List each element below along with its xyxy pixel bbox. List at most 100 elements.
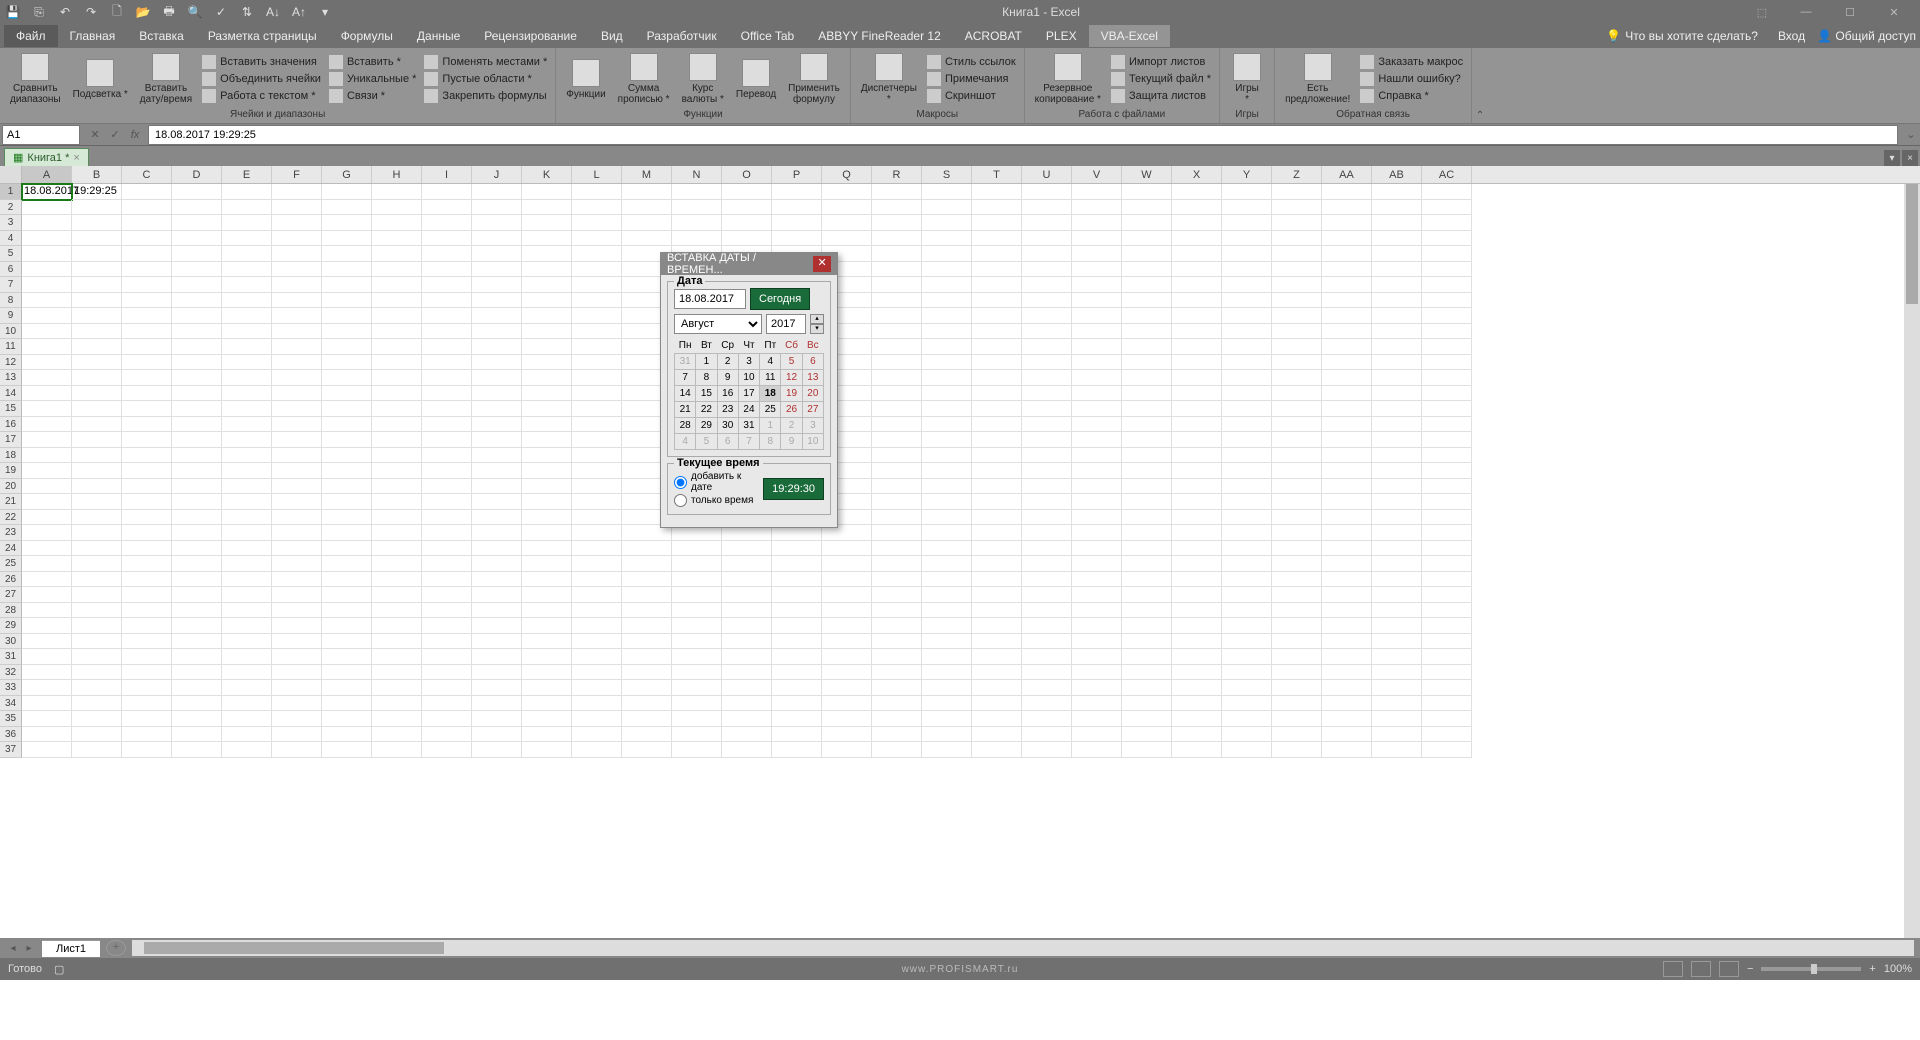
- cell[interactable]: [1422, 370, 1472, 386]
- cell[interactable]: [422, 510, 472, 526]
- cell[interactable]: [172, 634, 222, 650]
- cell[interactable]: [772, 603, 822, 619]
- cell[interactable]: [372, 432, 422, 448]
- cell[interactable]: [522, 618, 572, 634]
- cell[interactable]: [1172, 386, 1222, 402]
- dialog-titlebar[interactable]: ВСТАВКА ДАТЫ / ВРЕМЕН... ✕: [661, 253, 837, 275]
- cell[interactable]: [1122, 417, 1172, 433]
- cell[interactable]: [572, 634, 622, 650]
- cell[interactable]: [872, 370, 922, 386]
- cell[interactable]: [522, 634, 572, 650]
- cell[interactable]: [922, 339, 972, 355]
- cell[interactable]: [222, 370, 272, 386]
- cell[interactable]: [622, 587, 672, 603]
- cell[interactable]: [1372, 370, 1422, 386]
- cell[interactable]: [522, 386, 572, 402]
- cell[interactable]: [972, 634, 1022, 650]
- cell[interactable]: [322, 432, 372, 448]
- cell[interactable]: [772, 649, 822, 665]
- cell[interactable]: [1272, 308, 1322, 324]
- cell[interactable]: [972, 386, 1022, 402]
- cell[interactable]: [222, 200, 272, 216]
- cell[interactable]: [872, 587, 922, 603]
- cell[interactable]: [1322, 200, 1372, 216]
- cell[interactable]: [322, 370, 372, 386]
- cell[interactable]: [122, 587, 172, 603]
- cell[interactable]: [422, 742, 472, 758]
- cell[interactable]: [522, 355, 572, 371]
- cell[interactable]: [522, 401, 572, 417]
- cell[interactable]: [1272, 649, 1322, 665]
- cell[interactable]: [722, 727, 772, 743]
- cell[interactable]: [522, 494, 572, 510]
- cell[interactable]: [1072, 215, 1122, 231]
- row-header[interactable]: 15: [0, 401, 22, 417]
- cell[interactable]: [1172, 525, 1222, 541]
- column-header[interactable]: AC: [1422, 166, 1472, 183]
- cell[interactable]: [922, 634, 972, 650]
- cell[interactable]: [1422, 417, 1472, 433]
- cell[interactable]: [922, 572, 972, 588]
- cell[interactable]: [872, 727, 922, 743]
- cell[interactable]: [222, 510, 272, 526]
- row-header[interactable]: 12: [0, 355, 22, 371]
- calendar-day[interactable]: 3: [738, 354, 759, 370]
- cell[interactable]: [1222, 370, 1272, 386]
- cell[interactable]: [222, 246, 272, 262]
- cell[interactable]: [1172, 649, 1222, 665]
- cell[interactable]: [322, 696, 372, 712]
- cell[interactable]: [1172, 494, 1222, 510]
- cell[interactable]: [922, 587, 972, 603]
- ribbon-small-button[interactable]: Импорт листов: [1109, 54, 1213, 70]
- radio-only-input[interactable]: [674, 494, 687, 507]
- cell[interactable]: [1422, 603, 1472, 619]
- calendar-day[interactable]: 2: [717, 354, 738, 370]
- cell[interactable]: [872, 711, 922, 727]
- cell[interactable]: [572, 184, 622, 200]
- tab-vba-excel[interactable]: VBA-Excel: [1089, 25, 1170, 47]
- cell[interactable]: [272, 432, 322, 448]
- cell[interactable]: [122, 308, 172, 324]
- calendar-day[interactable]: 12: [781, 370, 802, 386]
- cell[interactable]: [1022, 479, 1072, 495]
- cell[interactable]: [1172, 432, 1222, 448]
- cell[interactable]: [272, 556, 322, 572]
- tab-разметка-страницы[interactable]: Разметка страницы: [196, 25, 329, 47]
- cell[interactable]: [472, 262, 522, 278]
- tab-plex[interactable]: PLEX: [1034, 25, 1089, 47]
- cell[interactable]: [322, 231, 372, 247]
- cell[interactable]: [1222, 308, 1272, 324]
- cell[interactable]: [472, 432, 522, 448]
- cell[interactable]: [272, 618, 322, 634]
- cell[interactable]: [472, 200, 522, 216]
- row-header[interactable]: 21: [0, 494, 22, 510]
- cell[interactable]: [1222, 386, 1272, 402]
- cell[interactable]: [1322, 587, 1372, 603]
- cell[interactable]: [22, 432, 72, 448]
- cell[interactable]: [322, 525, 372, 541]
- column-header[interactable]: B: [72, 166, 122, 183]
- cell[interactable]: [472, 246, 522, 262]
- cell[interactable]: [1372, 479, 1422, 495]
- cell[interactable]: [1072, 448, 1122, 464]
- cell[interactable]: [1272, 479, 1322, 495]
- cell[interactable]: [1272, 696, 1322, 712]
- cell[interactable]: [1072, 634, 1122, 650]
- cell[interactable]: [772, 231, 822, 247]
- cell[interactable]: [1122, 448, 1172, 464]
- cell[interactable]: [172, 711, 222, 727]
- cell[interactable]: [1422, 324, 1472, 340]
- cell[interactable]: [522, 324, 572, 340]
- cell[interactable]: [322, 541, 372, 557]
- calendar-day[interactable]: 31: [738, 418, 759, 434]
- cell[interactable]: [272, 572, 322, 588]
- cell[interactable]: [1322, 463, 1372, 479]
- view-layout-icon[interactable]: [1691, 961, 1711, 977]
- cell[interactable]: [372, 494, 422, 510]
- row-header[interactable]: 10: [0, 324, 22, 340]
- cell[interactable]: [1222, 680, 1272, 696]
- cell[interactable]: [122, 401, 172, 417]
- cell[interactable]: [1072, 696, 1122, 712]
- cell[interactable]: [1322, 680, 1372, 696]
- cell[interactable]: [1122, 603, 1172, 619]
